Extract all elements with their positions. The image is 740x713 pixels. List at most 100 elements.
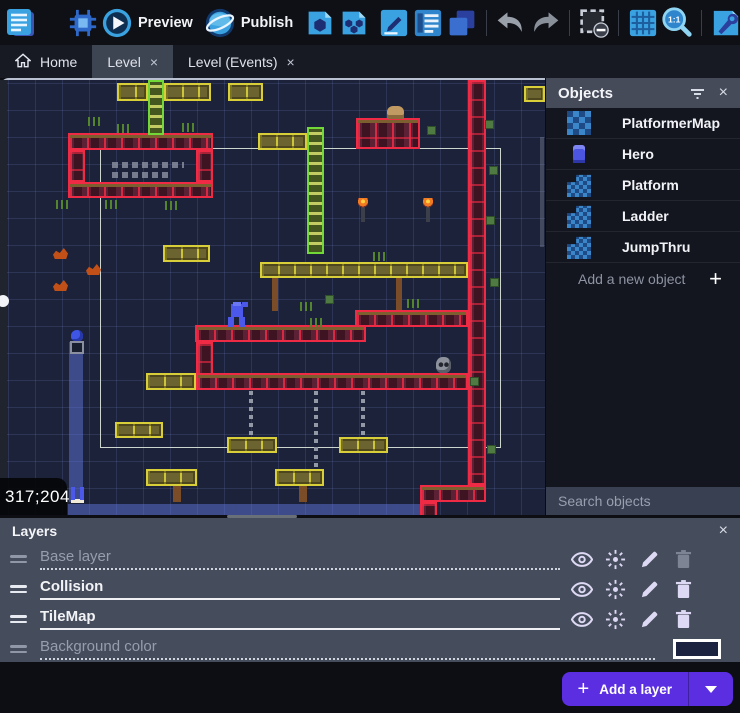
tab-close-icon[interactable]: × [287, 55, 295, 69]
green-block [487, 445, 496, 454]
tiles-thumbnail-icon [566, 234, 592, 260]
grass-tuft [105, 200, 117, 209]
mushroom-sprite [387, 106, 404, 119]
layer-effects-icon[interactable] [604, 578, 627, 601]
visibility-eye-icon[interactable] [570, 608, 593, 631]
edit-layer-icon[interactable] [638, 548, 661, 571]
drag-handle-icon[interactable] [10, 612, 27, 626]
project-manager-icon[interactable] [4, 5, 38, 41]
platform-tiles [146, 469, 197, 486]
scene-editor-canvas[interactable]: 317;204 [0, 78, 545, 515]
brick-tiles [68, 182, 213, 198]
add-new-object-button[interactable]: Add a new object + [546, 263, 740, 295]
object-item-hero[interactable]: Hero [546, 139, 740, 170]
drag-handle-icon[interactable] [10, 642, 27, 656]
layer-name-field[interactable]: TileMap [40, 608, 560, 630]
platform-tiles [164, 83, 211, 101]
visibility-eye-icon[interactable] [570, 548, 593, 571]
delete-layer-icon[interactable] [672, 608, 695, 631]
object-item-jumpthru[interactable]: JumpThru [546, 232, 740, 263]
undo-icon[interactable] [494, 5, 528, 41]
events-sheet-icon[interactable] [411, 5, 445, 41]
object-item-ladder[interactable]: Ladder [546, 201, 740, 232]
edit-objects-icon[interactable] [337, 5, 371, 41]
home-icon [15, 53, 31, 71]
layers-panel-icon[interactable] [445, 5, 479, 41]
wood-post [299, 486, 307, 502]
cursor-coordinates: 317;204 [0, 478, 67, 515]
layers-panel-title: Layers [12, 523, 719, 539]
close-icon[interactable]: × [719, 523, 728, 539]
tab-label: Level [107, 54, 140, 70]
preview-label[interactable]: Preview [138, 15, 193, 31]
preview-icon[interactable] [100, 5, 134, 41]
delete-layer-icon[interactable] [672, 548, 695, 571]
objects-panel-header: Objects × [546, 78, 740, 108]
platform-tiles [163, 245, 210, 262]
drag-handle-icon[interactable] [10, 552, 27, 566]
edit-layer-icon[interactable] [638, 608, 661, 631]
brick-tiles [195, 325, 366, 342]
publish-label[interactable]: Publish [241, 15, 293, 31]
debugger-icon[interactable] [66, 5, 100, 41]
add-layer-button[interactable]: + Add a layer [562, 672, 733, 706]
add-layer-dropdown[interactable] [689, 672, 733, 706]
background-color-swatch[interactable] [673, 639, 721, 659]
tab-label: Level (Events) [188, 54, 277, 70]
critter-sprite [53, 248, 68, 259]
layer-effects-icon[interactable] [604, 548, 627, 571]
grass-tuft [165, 201, 177, 210]
svg-text:1:1: 1:1 [668, 14, 681, 24]
green-block [485, 120, 494, 129]
tab-home[interactable]: Home [0, 45, 92, 78]
deselect-icon[interactable] [577, 5, 611, 41]
green-block [489, 166, 498, 175]
critter-sprite [53, 280, 68, 291]
chain [361, 391, 365, 437]
layer-name-field[interactable]: Base layer [40, 548, 560, 570]
tiles-thumbnail-icon [566, 172, 592, 198]
drag-handle-icon[interactable] [10, 582, 27, 596]
object-item-platformermap[interactable]: PlatformerMap [546, 108, 740, 139]
edit-properties-icon[interactable] [377, 5, 411, 41]
edit-scene-icon[interactable] [303, 5, 337, 41]
grid-icon[interactable] [626, 5, 660, 41]
tab-level-events[interactable]: Level (Events) × [173, 45, 310, 78]
platform-tiles [260, 262, 468, 278]
toolbar-separator [618, 10, 619, 36]
critter-sprite [86, 264, 101, 275]
visibility-eye-icon[interactable] [570, 578, 593, 601]
grass-tuft [310, 318, 322, 327]
brick-tiles [420, 502, 437, 515]
layer-name-field[interactable]: Collision [40, 578, 560, 600]
hero-thumbnail-icon [566, 141, 592, 167]
skull-sprite [436, 357, 451, 373]
brick-tiles [355, 310, 468, 327]
grass-tuft [300, 302, 312, 311]
filter-icon[interactable] [690, 88, 705, 99]
platform-tiles [258, 133, 307, 150]
edit-layer-icon[interactable] [638, 578, 661, 601]
layer-effects-icon[interactable] [604, 608, 627, 631]
tab-level[interactable]: Level × [92, 45, 173, 78]
canvas-vertical-scrollbar[interactable] [540, 137, 544, 247]
brick-tiles [356, 118, 420, 149]
tab-close-icon[interactable]: × [150, 55, 158, 69]
gdevelop-window: Preview Publish [0, 0, 740, 713]
publish-icon[interactable] [203, 5, 237, 41]
layer-name-field[interactable]: Background color [40, 638, 655, 660]
hero-sprite [226, 302, 248, 327]
build-settings-icon[interactable] [709, 5, 740, 41]
platform-tiles [146, 373, 196, 390]
delete-layer-icon[interactable] [672, 578, 695, 601]
redo-icon[interactable] [528, 5, 562, 41]
search-objects-input[interactable] [556, 492, 740, 510]
water-overlay [68, 504, 420, 515]
zoom-1-1-icon[interactable]: 1:1 [660, 5, 694, 41]
layer-row-tilemap: TileMap [0, 604, 740, 634]
layers-panel-header: Layers × [0, 518, 740, 544]
object-item-platform[interactable]: Platform [546, 170, 740, 201]
chain [314, 391, 318, 467]
close-icon[interactable]: × [719, 85, 728, 101]
climber-sprite [71, 487, 84, 503]
